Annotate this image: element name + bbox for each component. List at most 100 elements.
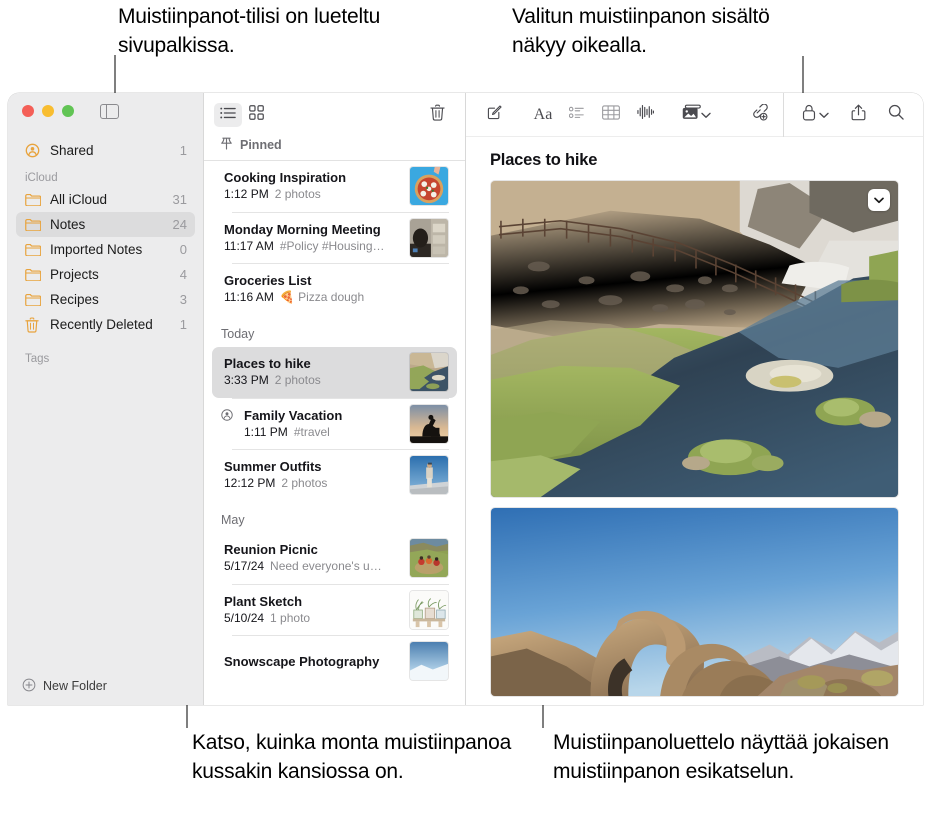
- note-snippet: 1 photo: [270, 610, 311, 625]
- maximize-button[interactable]: [62, 105, 74, 117]
- note-title-text: Plant Sketch: [224, 593, 303, 609]
- sidebar-toggle-icon[interactable]: [100, 104, 119, 119]
- note-meta: 5/17/24 Need everyone's u…: [224, 558, 409, 575]
- note-snippet: #Policy #Housing…: [279, 238, 385, 253]
- note-date: 11:16 AM: [224, 290, 274, 304]
- note-date: 1:11 PM: [244, 424, 288, 439]
- annotation-top-right: Valitun muistiinpanon sisältö näkyy oike…: [512, 5, 770, 57]
- new-folder-button[interactable]: New Folder: [8, 667, 204, 705]
- sidebar-item-projects[interactable]: Projects 4: [16, 262, 195, 287]
- note-thumbnail: [409, 403, 449, 444]
- note-list-item[interactable]: Family Vacation 1:11 PM #travel: [212, 398, 457, 449]
- note-date: 1:12 PM: [224, 187, 269, 201]
- media-chevron-button[interactable]: [701, 106, 715, 124]
- compose-icon: [487, 104, 503, 125]
- media-icon: [682, 104, 701, 125]
- collaborate-button[interactable]: [743, 102, 773, 128]
- sidebar-item-all-icloud[interactable]: All iCloud 31: [16, 187, 195, 212]
- sidebar-item-count: 0: [179, 242, 187, 257]
- note-title-text: Summer Outfits: [224, 459, 322, 474]
- close-button[interactable]: [22, 105, 34, 117]
- note-thumbnail: [409, 352, 449, 392]
- sidebar-item-notes[interactable]: Notes 24: [16, 212, 195, 237]
- checklist-button[interactable]: [562, 102, 592, 128]
- annotation-top-left: Muistiinpanot-tilisi on lueteltu sivupal…: [118, 5, 381, 57]
- sidebar-item-imported-notes[interactable]: Imported Notes 0: [16, 237, 195, 262]
- sidebar-item-count: 31: [172, 192, 187, 207]
- folder-icon: [25, 193, 43, 206]
- sidebar-item-shared[interactable]: Shared 1: [16, 138, 195, 163]
- note-title-text: Groceries List: [224, 273, 312, 288]
- note-body: [466, 180, 923, 697]
- folder-icon: [25, 293, 43, 306]
- note-list-item[interactable]: Places to hike 3:33 PM 2 photos: [212, 346, 457, 398]
- sidebar-section-tags: Tags: [25, 353, 50, 365]
- note-thumbnail: [409, 589, 449, 630]
- note-thumbnail: [409, 538, 449, 578]
- trash-icon: [25, 317, 43, 333]
- minimize-button[interactable]: [42, 105, 54, 117]
- format-button[interactable]: Aa: [528, 102, 558, 128]
- annotation-bottom-left: Katso, kuinka monta muistiinpanoa kussak…: [192, 731, 512, 783]
- folder-icon: [25, 218, 43, 231]
- delete-note-button[interactable]: [423, 103, 451, 127]
- note-meta: 12:12 PM 2 photos: [224, 475, 409, 492]
- shared-person-icon: [25, 143, 43, 158]
- pinned-label: Pinned: [240, 138, 282, 152]
- note-snippet: 2 photos: [274, 187, 321, 201]
- chevron-down-icon: [819, 106, 829, 124]
- notes-app-window: Shared 1 iCloud All iCloud 31 Notes 24 Imp…: [8, 93, 923, 705]
- compose-note-button[interactable]: [480, 102, 510, 128]
- note-list-item[interactable]: Monday Morning Meeting 11:17 AM #Policy #H…: [212, 212, 457, 263]
- note-title-text: Places to hike: [224, 356, 311, 371]
- note-thumbnail: [409, 217, 449, 258]
- note-date: 3:33 PM: [224, 373, 269, 387]
- note-thumbnail: [409, 166, 449, 206]
- pin-icon: [221, 137, 232, 153]
- note-list-item[interactable]: Reunion Picnic 5/17/24 Need everyone's u…: [212, 533, 457, 584]
- checklist-icon: [568, 106, 585, 124]
- audio-button[interactable]: [630, 102, 660, 128]
- gallery-view-button[interactable]: [242, 103, 270, 127]
- sidebar-item-recipes[interactable]: Recipes 3: [16, 287, 195, 312]
- note-title-text: Reunion Picnic: [224, 542, 318, 557]
- plus-circle-icon: [22, 678, 36, 695]
- note-date: 12:12 PM: [224, 476, 276, 490]
- lock-chevron-button[interactable]: [819, 106, 833, 124]
- note-photo-arch[interactable]: [490, 507, 899, 697]
- note-list-item[interactable]: Plant Sketch 5/10/24 1 photo: [212, 584, 457, 635]
- note-meta: 11:17 AM #Policy #Housing…: [224, 238, 409, 255]
- sidebar: Shared 1 iCloud All iCloud 31 Notes 24 Imp…: [8, 93, 204, 705]
- sidebar-item-label: Recently Deleted: [50, 317, 153, 332]
- note-list-item[interactable]: Summer Outfits 12:12 PM 2 photos: [212, 450, 457, 501]
- sidebar-item-label: Imported Notes: [50, 242, 143, 257]
- note-snippet: 2 photos: [281, 476, 328, 490]
- sidebar-item-label: All iCloud: [50, 192, 108, 207]
- notes-rows-container: Cooking Inspiration 1:12 PM 2 photos Monda…: [204, 161, 465, 687]
- note-meta: 1:12 PM 2 photos: [224, 186, 409, 203]
- list-view-button[interactable]: [214, 103, 242, 127]
- share-button[interactable]: [843, 102, 873, 128]
- photo-options-button[interactable]: [868, 189, 890, 211]
- annotation-bottom-right: Muistiinpanoluettelo näyttää jokaisen mu…: [553, 731, 889, 783]
- sidebar-item-label: Shared: [50, 143, 94, 158]
- note-snippet: 🍕 Pizza dough: [279, 290, 365, 304]
- format-aa-icon: Aa: [533, 105, 553, 123]
- search-button[interactable]: [881, 102, 911, 128]
- note-list-item[interactable]: Cooking Inspiration 1:12 PM 2 photos: [212, 161, 457, 212]
- sidebar-item-label: Notes: [50, 217, 86, 232]
- note-thumbnail: [409, 455, 449, 495]
- sidebar-item-recently-deleted[interactable]: Recently Deleted 1: [16, 312, 195, 337]
- note-list-item[interactable]: Groceries List 11:16 AM 🍕 Pizza dough: [212, 264, 457, 315]
- note-photo-river[interactable]: [490, 180, 899, 498]
- window-controls: [22, 105, 74, 117]
- editor-toolbar: Aa: [466, 93, 923, 137]
- sidebar-item-count: 1: [179, 317, 187, 332]
- lock-icon: [802, 104, 816, 126]
- sidebar-item-label: Recipes: [50, 292, 99, 307]
- notes-section-header: Today: [221, 326, 255, 341]
- table-button[interactable]: [596, 102, 626, 128]
- note-meta: 5/10/24 1 photo: [224, 610, 409, 627]
- sidebar-item-count: 3: [179, 292, 187, 307]
- note-list-item[interactable]: Snowscape Photography: [212, 636, 457, 687]
